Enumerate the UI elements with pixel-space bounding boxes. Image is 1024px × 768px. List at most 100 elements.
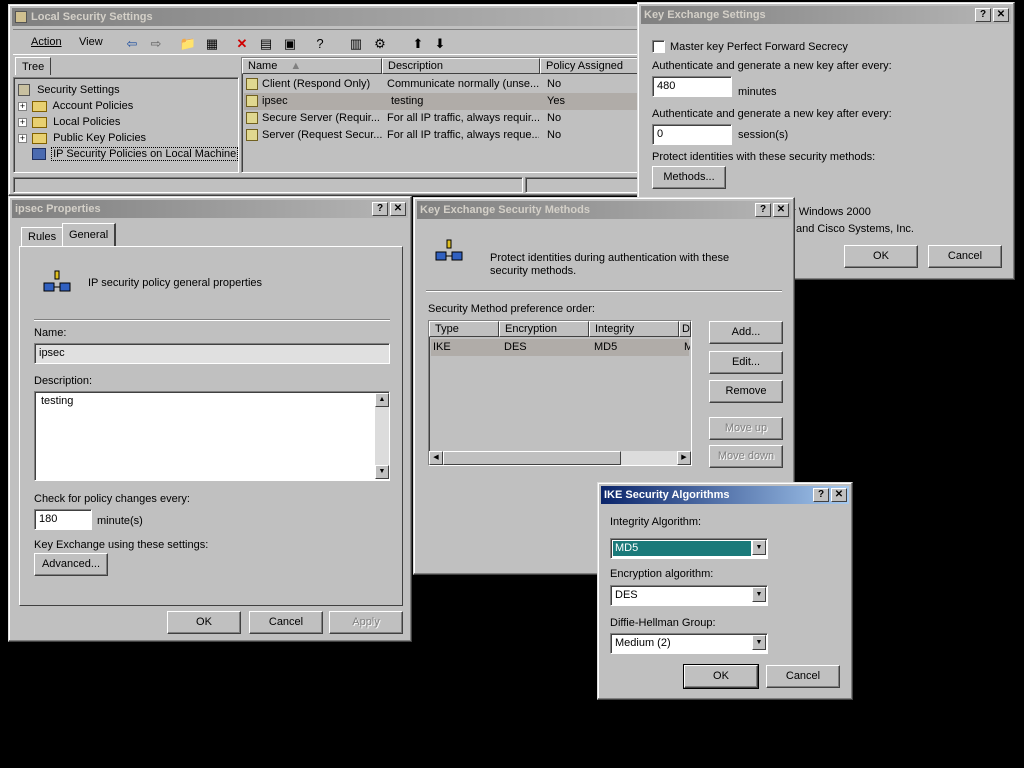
close-icon[interactable]: ✕	[831, 488, 847, 502]
col-header-integrity[interactable]: Integrity	[589, 321, 679, 337]
expand-plus-icon[interactable]: +	[18, 117, 27, 127]
help-icon[interactable]: ?	[813, 488, 829, 502]
col-header-d[interactable]: D	[679, 321, 691, 337]
tree-item-public-key-policies[interactable]: + Public Key Policies	[18, 130, 146, 146]
table-row[interactable]: ipsec testing Yes	[244, 93, 638, 110]
add-button[interactable]: Add...	[709, 321, 783, 344]
tree-item-ip-security[interactable]: IP Security Policies on Local Machine	[32, 146, 239, 162]
tree-label: Local Policies	[53, 116, 121, 128]
ok-button[interactable]: OK	[167, 611, 241, 634]
integrity-select[interactable]: MD5 ▼	[610, 538, 768, 559]
apply-button[interactable]: Apply	[329, 611, 403, 634]
scroll-up-icon[interactable]: ▲	[375, 393, 389, 407]
check-interval-field[interactable]: 180	[34, 509, 92, 530]
ipsec-properties-dialog: ipsec Properties ? ✕ Rules General IP se…	[8, 196, 412, 642]
new-policy-icon[interactable]: ▥	[345, 33, 367, 55]
help-icon[interactable]: ?	[372, 202, 388, 216]
move-up-button[interactable]: Move up	[709, 417, 783, 440]
table-row[interactable]: Client (Respond Only) Communicate normal…	[244, 76, 638, 93]
check-interval-label: Check for policy changes every:	[34, 493, 190, 505]
expand-plus-icon[interactable]: +	[18, 133, 27, 143]
tree-tab[interactable]: Tree	[15, 57, 52, 75]
col-encryption-label: Encryption	[505, 323, 557, 335]
col-header-encryption[interactable]: Encryption	[499, 321, 589, 337]
unassign-icon[interactable]: ⬇	[429, 33, 451, 55]
scroll-down-icon[interactable]: ▼	[375, 465, 389, 479]
chevron-down-icon[interactable]: ▼	[752, 587, 766, 602]
cancel-button[interactable]: Cancel	[249, 611, 323, 634]
col-header-name[interactable]: Name ▲	[242, 58, 382, 74]
main-titlebar[interactable]: Local Security Settings	[12, 8, 644, 26]
ike-titlebar[interactable]: IKE Security Algorithms ? ✕	[601, 486, 849, 504]
auth-minutes-label: Authenticate and generate a new key afte…	[652, 60, 892, 72]
assign-icon[interactable]: ⬆	[407, 33, 429, 55]
help-icon[interactable]: ?	[975, 8, 991, 22]
methods-button[interactable]: Methods...	[652, 166, 726, 189]
col-name-label: Name	[248, 60, 278, 72]
ipsec-title: ipsec Properties	[15, 203, 101, 215]
back-arrow-icon[interactable]: ⇦	[121, 33, 143, 55]
expand-plus-icon[interactable]: +	[18, 101, 27, 111]
chevron-down-icon[interactable]: ▼	[752, 635, 766, 650]
help-icon[interactable]: ?	[309, 33, 331, 55]
network-methods-icon	[434, 238, 466, 266]
up-folder-icon[interactable]: 📁	[177, 33, 199, 55]
name-field[interactable]: ipsec	[34, 343, 390, 364]
description-scrollbar[interactable]: ▲ ▼	[375, 393, 389, 479]
forward-arrow-icon[interactable]: ⇨	[145, 33, 167, 55]
help-icon[interactable]: ?	[755, 203, 771, 217]
scroll-right-icon[interactable]: ▶	[677, 451, 691, 465]
folder-lock-icon	[32, 116, 48, 128]
auth-minutes-field[interactable]: 480	[652, 76, 732, 97]
close-icon[interactable]: ✕	[993, 8, 1009, 22]
menu-view[interactable]: View	[79, 36, 103, 48]
ok-button[interactable]: OK	[844, 245, 918, 268]
horizontal-scrollbar[interactable]: ◀ ▶	[429, 451, 691, 465]
check-interval-unit: minute(s)	[97, 515, 143, 527]
scroll-left-icon[interactable]: ◀	[429, 451, 443, 465]
ike-title: IKE Security Algorithms	[604, 489, 730, 501]
tree-item-security-settings[interactable]: Security Settings	[18, 82, 120, 98]
table-row[interactable]: Server (Request Secur... For all IP traf…	[244, 127, 638, 144]
remove-button[interactable]: Remove	[709, 380, 783, 403]
tab-rules[interactable]: Rules	[21, 227, 64, 247]
menu-action[interactable]: Action	[31, 36, 62, 48]
manage-filters-icon[interactable]: ⚙	[369, 33, 391, 55]
move-down-button[interactable]: Move down	[709, 445, 783, 468]
kx-methods-titlebar[interactable]: Key Exchange Security Methods ? ✕	[417, 201, 791, 219]
integrity-value: MD5	[612, 540, 752, 557]
scroll-thumb[interactable]	[443, 451, 621, 465]
advanced-button[interactable]: Advanced...	[34, 553, 108, 576]
properties-icon[interactable]: ▤	[255, 33, 277, 55]
col-d-label: D	[682, 323, 690, 335]
table-row[interactable]: Secure Server (Requir... For all IP traf…	[244, 110, 638, 127]
close-icon[interactable]: ✕	[773, 203, 789, 217]
tree-item-local-policies[interactable]: + Local Policies	[18, 114, 120, 130]
col-header-assigned[interactable]: Policy Assigned	[540, 58, 640, 74]
show-tree-icon[interactable]: ▦	[201, 33, 223, 55]
tree-item-account-policies[interactable]: + Account Policies	[18, 98, 133, 114]
auth-sessions-field[interactable]: 0	[652, 124, 732, 145]
ipsec-titlebar[interactable]: ipsec Properties ? ✕	[12, 200, 408, 218]
ok-button[interactable]: OK	[683, 664, 759, 689]
pfs-checkbox[interactable]	[652, 40, 665, 53]
dh-group-select[interactable]: Medium (2) ▼	[610, 633, 768, 654]
cancel-button[interactable]: Cancel	[766, 665, 840, 688]
col-header-type[interactable]: Type	[429, 321, 499, 337]
key-exchange-label: Key Exchange using these settings:	[34, 539, 209, 551]
col-header-description[interactable]: Description	[382, 58, 540, 74]
close-icon[interactable]: ✕	[390, 202, 406, 216]
export-list-icon[interactable]: ▣	[279, 33, 301, 55]
description-field[interactable]: testing	[34, 391, 390, 481]
delete-icon[interactable]: ✕	[231, 33, 253, 55]
kx-settings-titlebar[interactable]: Key Exchange Settings ? ✕	[641, 6, 1011, 24]
tab-general[interactable]: General	[62, 223, 117, 247]
tree-label: Account Policies	[52, 100, 134, 112]
encryption-select[interactable]: DES ▼	[610, 585, 768, 606]
chevron-down-icon[interactable]: ▼	[752, 540, 766, 555]
row-assigned: No	[547, 78, 562, 90]
row-description: For all IP traffic, always reque...	[387, 129, 539, 141]
table-row[interactable]: IKE DES MD5 M	[431, 339, 690, 356]
cancel-button[interactable]: Cancel	[928, 245, 1002, 268]
edit-button[interactable]: Edit...	[709, 351, 783, 374]
